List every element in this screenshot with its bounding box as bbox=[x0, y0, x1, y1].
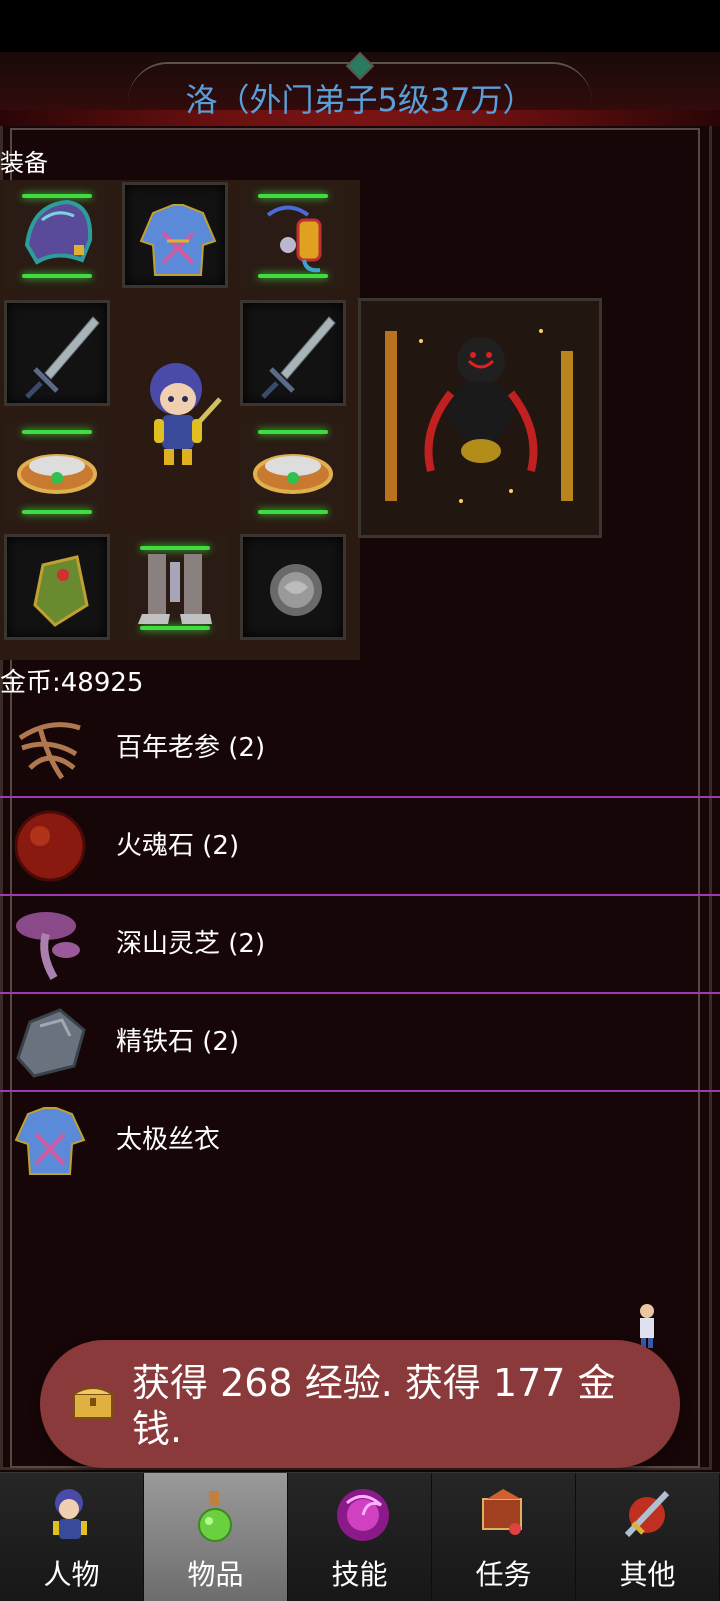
amulet-icon bbox=[266, 205, 322, 273]
bottom-nav: 人物 物品 技能 任务 其他 bbox=[0, 1472, 720, 1601]
medal-icon bbox=[270, 564, 322, 616]
character-avatar bbox=[150, 363, 222, 465]
equipment-label: 装备 bbox=[0, 149, 48, 177]
list-item[interactable]: 精铁石 (2) bbox=[0, 994, 720, 1092]
pet-slot[interactable] bbox=[358, 298, 602, 538]
robe-icon bbox=[139, 204, 217, 276]
tab-label: 任务 bbox=[475, 1558, 532, 1591]
character-icon bbox=[53, 1489, 87, 1539]
gold-balance: 金币:48925 bbox=[0, 668, 144, 698]
skill-orb-icon bbox=[337, 1489, 389, 1541]
slot-amulet[interactable] bbox=[240, 182, 346, 288]
item-name: 太极丝衣 bbox=[116, 1125, 221, 1155]
fire-soul-stone-icon bbox=[14, 810, 86, 882]
tab-other[interactable]: 其他 bbox=[576, 1473, 720, 1601]
item-name: 百年老参 (2) bbox=[116, 733, 266, 763]
bracer-icon bbox=[33, 555, 89, 627]
list-item[interactable]: 百年老参 (2) bbox=[0, 700, 720, 798]
tab-label: 技能 bbox=[331, 1558, 388, 1591]
item-name: 深山灵芝 (2) bbox=[116, 929, 266, 959]
tab-label: 人物 bbox=[43, 1558, 100, 1591]
helmet-icon bbox=[24, 199, 93, 265]
item-name: 精铁石 (2) bbox=[116, 1027, 240, 1057]
slot-weapon-left[interactable] bbox=[4, 300, 110, 406]
small-character-icon bbox=[640, 1304, 654, 1348]
list-item[interactable]: 火魂石 (2) bbox=[0, 798, 720, 896]
other-sword-icon bbox=[624, 1490, 670, 1538]
potion-icon bbox=[198, 1491, 232, 1542]
reward-toast: 获得 268 经验. 获得 177 金钱. bbox=[40, 1340, 680, 1468]
slot-weapon-right[interactable] bbox=[240, 300, 346, 406]
boots-icon bbox=[138, 554, 212, 624]
sword-icon bbox=[25, 316, 100, 399]
tab-skills[interactable]: 技能 bbox=[288, 1473, 432, 1601]
treasure-chest-icon bbox=[73, 1387, 113, 1419]
tab-items[interactable]: 物品 bbox=[144, 1473, 288, 1601]
iron-ore-icon bbox=[16, 1008, 86, 1078]
quest-icon bbox=[482, 1489, 522, 1535]
shadow-demon-pet-icon bbox=[385, 329, 573, 503]
lingzhi-mushroom-icon bbox=[16, 912, 80, 981]
slot-boots[interactable] bbox=[122, 534, 228, 640]
list-item[interactable]: 太极丝衣 bbox=[0, 1092, 720, 1188]
slot-ring-right[interactable] bbox=[240, 418, 346, 524]
silk-robe-icon bbox=[14, 1107, 86, 1175]
slot-armor[interactable] bbox=[122, 182, 228, 288]
inventory-list: 百年老参 (2) 火魂石 (2) 深山灵芝 (2) 精铁石 (2) 太极丝衣 bbox=[0, 700, 720, 1188]
slot-medal[interactable] bbox=[240, 534, 346, 640]
character-title: 洛（外门弟子5级37万） bbox=[185, 81, 535, 119]
tab-character[interactable]: 人物 bbox=[0, 1473, 144, 1601]
toast-message: 获得 268 经验. 获得 177 金钱. bbox=[132, 1361, 616, 1451]
sword-icon bbox=[261, 316, 336, 399]
slot-gloves[interactable] bbox=[4, 534, 110, 640]
tab-quests[interactable]: 任务 bbox=[432, 1473, 576, 1601]
list-item[interactable]: 深山灵芝 (2) bbox=[0, 896, 720, 994]
status-bar bbox=[0, 0, 720, 52]
tab-label: 物品 bbox=[187, 1558, 244, 1591]
bracelet-icon bbox=[253, 454, 333, 494]
slot-helmet[interactable] bbox=[4, 182, 110, 288]
bracelet-icon bbox=[17, 454, 97, 494]
item-name: 火魂石 (2) bbox=[116, 831, 240, 861]
tab-label: 其他 bbox=[619, 1558, 676, 1591]
ginseng-icon bbox=[18, 722, 81, 780]
slot-ring-left[interactable] bbox=[4, 418, 110, 524]
